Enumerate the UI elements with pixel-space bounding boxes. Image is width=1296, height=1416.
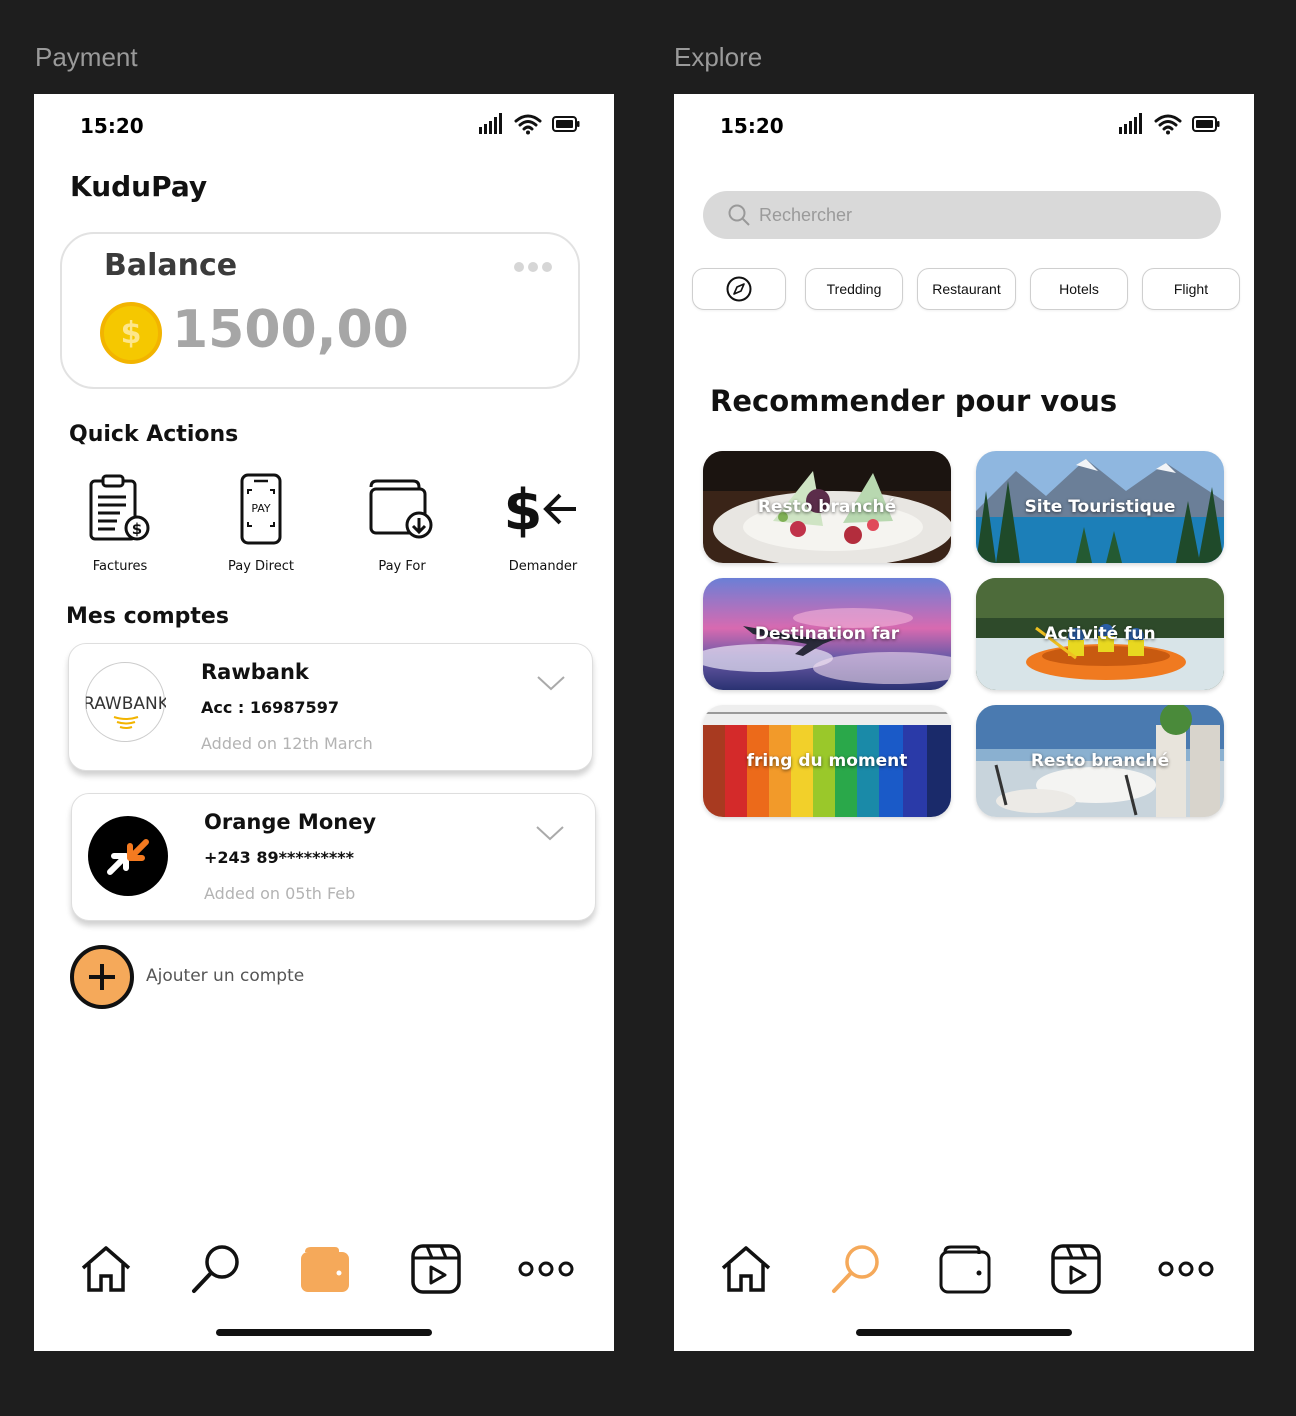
app-title: KuduPay bbox=[70, 170, 208, 203]
status-icons bbox=[478, 113, 580, 135]
bottom-nav bbox=[34, 1239, 614, 1309]
chevron-down-icon[interactable] bbox=[536, 674, 566, 692]
battery-icon bbox=[1192, 116, 1220, 132]
home-icon bbox=[721, 1246, 771, 1292]
search-icon bbox=[728, 204, 750, 226]
recommend-title: Recommender pour vous bbox=[710, 384, 1118, 418]
more-icon bbox=[518, 1261, 574, 1277]
chip-hotels[interactable]: Hotels bbox=[1030, 268, 1128, 310]
tile-label: fring du moment bbox=[746, 751, 908, 771]
chip-restaurant[interactable]: Restaurant bbox=[917, 268, 1016, 310]
quick-action-demander[interactable]: $ Demander bbox=[483, 469, 603, 574]
nav-more[interactable] bbox=[1156, 1239, 1216, 1299]
chip-flight[interactable]: Flight bbox=[1142, 268, 1240, 310]
frame-label-payment: Payment bbox=[35, 42, 138, 72]
battery-icon bbox=[552, 116, 580, 132]
reels-icon bbox=[1051, 1244, 1101, 1294]
signal-icon bbox=[1119, 113, 1142, 134]
invoice-icon: $ bbox=[89, 474, 150, 541]
quick-action-factures[interactable]: $ Factures bbox=[60, 469, 180, 574]
nav-search[interactable] bbox=[826, 1239, 886, 1299]
tile-label: Resto branché bbox=[1030, 751, 1170, 771]
account-name: Rawbank bbox=[201, 660, 309, 684]
reels-icon bbox=[411, 1244, 461, 1294]
status-time: 15:20 bbox=[720, 114, 784, 138]
account-number: +243 89********* bbox=[204, 848, 354, 867]
bottom-nav bbox=[674, 1239, 1254, 1309]
status-time: 15:20 bbox=[80, 114, 144, 138]
tile-resto-branche[interactable]: Resto branché bbox=[703, 451, 951, 563]
balance-card: Balance $ 1500,00 bbox=[60, 232, 580, 389]
compass-icon bbox=[726, 276, 752, 302]
chip-trending[interactable]: Tredding bbox=[805, 268, 903, 310]
search-icon bbox=[192, 1245, 239, 1293]
frame-label-explore: Explore bbox=[674, 42, 763, 72]
search-bar bbox=[703, 191, 1221, 239]
svg-text:$: $ bbox=[132, 520, 142, 538]
orange-money-logo bbox=[88, 816, 168, 896]
payment-screen: 15:20 KuduPay Balance $ 1500,00 Quick Ac… bbox=[34, 94, 614, 1351]
svg-text:$: $ bbox=[506, 478, 542, 541]
chevron-down-icon[interactable] bbox=[535, 824, 565, 842]
nav-more[interactable] bbox=[516, 1239, 576, 1299]
wallet-icon bbox=[301, 1247, 349, 1292]
wifi-icon bbox=[514, 114, 542, 135]
home-icon bbox=[81, 1246, 131, 1292]
chip-explore[interactable] bbox=[692, 268, 786, 310]
more-icon bbox=[1158, 1261, 1214, 1277]
svg-text:RAWBANK: RAWBANK bbox=[86, 694, 166, 714]
nav-wallet[interactable] bbox=[294, 1239, 354, 1299]
nav-home[interactable] bbox=[76, 1239, 136, 1299]
search-input[interactable] bbox=[759, 191, 1179, 239]
tile-label: Activité fun bbox=[1044, 624, 1156, 644]
add-account-label: Ajouter un compte bbox=[146, 966, 305, 986]
account-name: Orange Money bbox=[204, 810, 377, 834]
plus-icon bbox=[89, 964, 115, 990]
signal-icon bbox=[479, 113, 502, 134]
home-indicator bbox=[856, 1329, 1072, 1336]
account-number: Acc : 16987597 bbox=[201, 698, 339, 717]
account-card-rawbank[interactable]: RAWBANK Rawbank Acc : 16987597 Added on … bbox=[68, 643, 593, 771]
tile-destination-far[interactable]: Destination far bbox=[703, 578, 951, 690]
nav-reels[interactable] bbox=[406, 1239, 466, 1299]
nav-reels[interactable] bbox=[1046, 1239, 1106, 1299]
add-account-button[interactable] bbox=[70, 945, 134, 1009]
wifi-icon bbox=[1154, 114, 1182, 135]
quick-actions-title: Quick Actions bbox=[69, 422, 239, 447]
tile-label: Destination far bbox=[754, 624, 900, 644]
quick-action-label: Demander bbox=[508, 559, 578, 574]
tile-fring-du-moment[interactable]: fring du moment bbox=[703, 705, 951, 817]
account-added-date: Added on 05th Feb bbox=[204, 884, 356, 903]
tile-site-touristique[interactable]: Site Touristique bbox=[976, 451, 1224, 563]
quick-action-label: Pay Direct bbox=[228, 559, 294, 574]
pay-icon-text: PAY bbox=[251, 502, 271, 515]
more-dots-icon[interactable] bbox=[514, 262, 552, 272]
coin-icon: $ bbox=[100, 302, 162, 364]
status-icons bbox=[1118, 113, 1220, 135]
rawbank-logo: RAWBANK bbox=[83, 662, 170, 742]
quick-action-pay-direct[interactable]: PAY Pay Direct bbox=[201, 469, 321, 574]
nav-search[interactable] bbox=[186, 1239, 246, 1299]
tile-resto-branche-2[interactable]: Resto branché bbox=[976, 705, 1224, 817]
tile-activite-fun[interactable]: Activité fun bbox=[976, 578, 1224, 690]
search-icon bbox=[832, 1245, 879, 1293]
nav-home[interactable] bbox=[716, 1239, 776, 1299]
account-added-date: Added on 12th March bbox=[201, 734, 373, 753]
wallet-icon bbox=[939, 1245, 991, 1294]
request-money-icon: $ bbox=[506, 478, 576, 541]
home-indicator bbox=[216, 1329, 432, 1336]
balance-value: 1500,00 bbox=[172, 300, 409, 360]
accounts-title: Mes comptes bbox=[66, 604, 229, 629]
tile-label: Resto branché bbox=[757, 497, 897, 517]
balance-label: Balance bbox=[104, 248, 238, 283]
phone-pay-icon: PAY bbox=[240, 473, 282, 545]
account-card-orange-money[interactable]: Orange Money +243 89********* Added on 0… bbox=[71, 793, 596, 921]
explore-screen: 15:20 Tredding Restaurant Hotels Flight … bbox=[674, 94, 1254, 1351]
tile-label: Site Touristique bbox=[1024, 497, 1176, 517]
quick-action-pay-for[interactable]: Pay For bbox=[342, 469, 462, 574]
nav-wallet[interactable] bbox=[934, 1239, 994, 1299]
quick-action-label: Factures bbox=[92, 559, 148, 574]
quick-action-label: Pay For bbox=[378, 559, 426, 574]
wallet-download-icon bbox=[369, 479, 433, 539]
